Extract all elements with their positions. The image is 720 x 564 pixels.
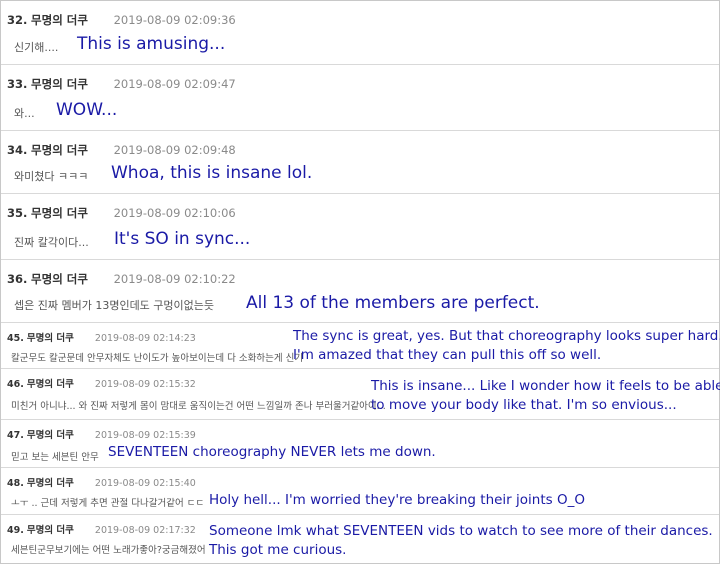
comment-34: 34. 무명의 더쿠 2019-08-09 02:09:48 와미쳤다 ㅋㅋㅋ … [1,131,719,194]
comment-meta: 33. 무명의 더쿠 2019-08-09 02:09:47 [7,76,236,92]
comment-33: 33. 무명의 더쿠 2019-08-09 02:09:47 와... WOW.… [1,65,719,131]
comment-47: 47. 무명의 더쿠 2019-08-09 02:15:39 믿고 보는 세븐틴… [1,420,719,468]
comment-author[interactable]: 무명의 더쿠 [27,333,74,344]
comment-list: 32. 무명의 더쿠 2019-08-09 02:09:36 신기해.... T… [0,0,720,564]
comment-translation-line-2: to move your body like that. I'm so envi… [371,397,677,413]
comment-timestamp: 2019-08-09 02:17:32 [94,525,196,536]
comment-author[interactable]: 무명의 더쿠 [31,272,88,286]
comment-translation-line-1: The sync is great, yes. But that choreog… [293,328,720,344]
comment-45: 45. 무명의 더쿠 2019-08-09 02:14:23 칼군무도 칼군문데… [1,323,720,369]
comment-timestamp: 2019-08-09 02:09:36 [113,13,236,27]
comment-number: 33. [7,77,28,91]
comment-number: 47. [7,430,24,441]
comment-number: 32. [7,13,28,27]
comment-text: 세븐틴군무보기에는 어떤 노래가좋아?궁금해졌어 [11,545,206,556]
comment-number: 45. [7,333,24,344]
comment-meta: 45. 무명의 더쿠 2019-08-09 02:14:23 [7,330,196,344]
comment-translation-line-2: This got me curious. [209,542,347,558]
comment-text: 셉은 진짜 멤버가 13명인데도 구멍이없는듯 [14,299,215,312]
comment-timestamp: 2019-08-09 02:10:06 [113,206,236,220]
comment-number: 46. [7,379,24,390]
comment-translation-line-1: This is insane... Like I wonder how it f… [371,378,720,394]
comment-text: 와... [14,107,35,120]
comment-48: 48. 무명의 더쿠 2019-08-09 02:15:40 ㅗㅜ .. 근데 … [1,468,719,515]
comment-author[interactable]: 무명의 더쿠 [31,13,88,27]
comment-translation: Whoa, this is insane lol. [111,163,313,183]
comment-translation: This is amusing... [77,34,226,54]
comment-author[interactable]: 무명의 더쿠 [27,478,74,489]
comment-text: 와미쳤다 ㅋㅋㅋ [14,170,89,183]
comment-author[interactable]: 무명의 더쿠 [31,77,88,91]
comment-translation: Holy hell... I'm worried they're breakin… [209,492,585,508]
comment-timestamp: 2019-08-09 02:15:39 [94,430,196,441]
comment-author[interactable]: 무명의 더쿠 [31,143,88,157]
comment-translation-line-2: I'm amazed that they can pull this off s… [293,347,602,363]
comment-number: 36. [7,272,28,286]
comment-number: 48. [7,478,24,489]
comment-meta: 46. 무명의 더쿠 2019-08-09 02:15:32 [7,376,196,390]
comment-number: 35. [7,206,28,220]
comment-49: 49. 무명의 더쿠 2019-08-09 02:17:32 세븐틴군무보기에는… [1,515,719,563]
comment-meta: 34. 무명의 더쿠 2019-08-09 02:09:48 [7,142,236,158]
comment-36: 36. 무명의 더쿠 2019-08-09 02:10:22 셉은 진짜 멤버가… [1,260,719,323]
comment-35: 35. 무명의 더쿠 2019-08-09 02:10:06 진짜 칼각이다..… [1,194,719,260]
comment-timestamp: 2019-08-09 02:09:47 [113,77,236,91]
comment-meta: 47. 무명의 더쿠 2019-08-09 02:15:39 [7,427,196,441]
comment-timestamp: 2019-08-09 02:15:40 [94,478,196,489]
comment-author[interactable]: 무명의 더쿠 [27,379,74,390]
comment-number: 34. [7,143,28,157]
comment-46: 46. 무명의 더쿠 2019-08-09 02:15:32 미친거 아니냐..… [1,369,720,420]
comment-meta: 48. 무명의 더쿠 2019-08-09 02:15:40 [7,475,196,489]
comment-text: 미친거 아니냐... 와 진짜 저렇게 몸이 맘대로 움직이는건 어떤 느낌일까… [11,401,386,412]
comment-author[interactable]: 무명의 더쿠 [27,525,74,536]
comment-translation: SEVENTEEN choreography NEVER lets me dow… [108,444,436,460]
comment-meta: 35. 무명의 더쿠 2019-08-09 02:10:06 [7,205,236,221]
comment-text: ㅗㅜ .. 근데 저렇게 추면 관절 다나갈거같어 ㄷㄷ [11,498,205,509]
comment-text: 신기해.... [14,41,59,54]
comment-text: 칼군무도 칼군문데 안무자체도 난이도가 높아보이는데 다 소화하는게 신기 [11,353,304,364]
comment-timestamp: 2019-08-09 02:15:32 [94,379,196,390]
comment-author[interactable]: 무명의 더쿠 [31,206,88,220]
comment-translation: All 13 of the members are perfect. [246,293,540,313]
comment-meta: 36. 무명의 더쿠 2019-08-09 02:10:22 [7,271,236,287]
comment-translation-line-1: Someone lmk what SEVENTEEN vids to watch… [209,523,713,539]
comment-text: 진짜 칼각이다... [14,236,89,249]
comment-32: 32. 무명의 더쿠 2019-08-09 02:09:36 신기해.... T… [1,1,719,65]
comment-translation: WOW... [56,100,118,120]
comment-translation: It's SO in sync... [114,229,251,249]
comment-text: 믿고 보는 세븐틴 안무 [11,452,99,463]
comment-meta: 32. 무명의 더쿠 2019-08-09 02:09:36 [7,12,236,28]
comment-number: 49. [7,525,24,536]
comment-author[interactable]: 무명의 더쿠 [27,430,74,441]
comment-timestamp: 2019-08-09 02:09:48 [113,143,236,157]
comment-timestamp: 2019-08-09 02:14:23 [94,333,196,344]
comment-timestamp: 2019-08-09 02:10:22 [113,272,236,286]
comment-meta: 49. 무명의 더쿠 2019-08-09 02:17:32 [7,522,196,536]
